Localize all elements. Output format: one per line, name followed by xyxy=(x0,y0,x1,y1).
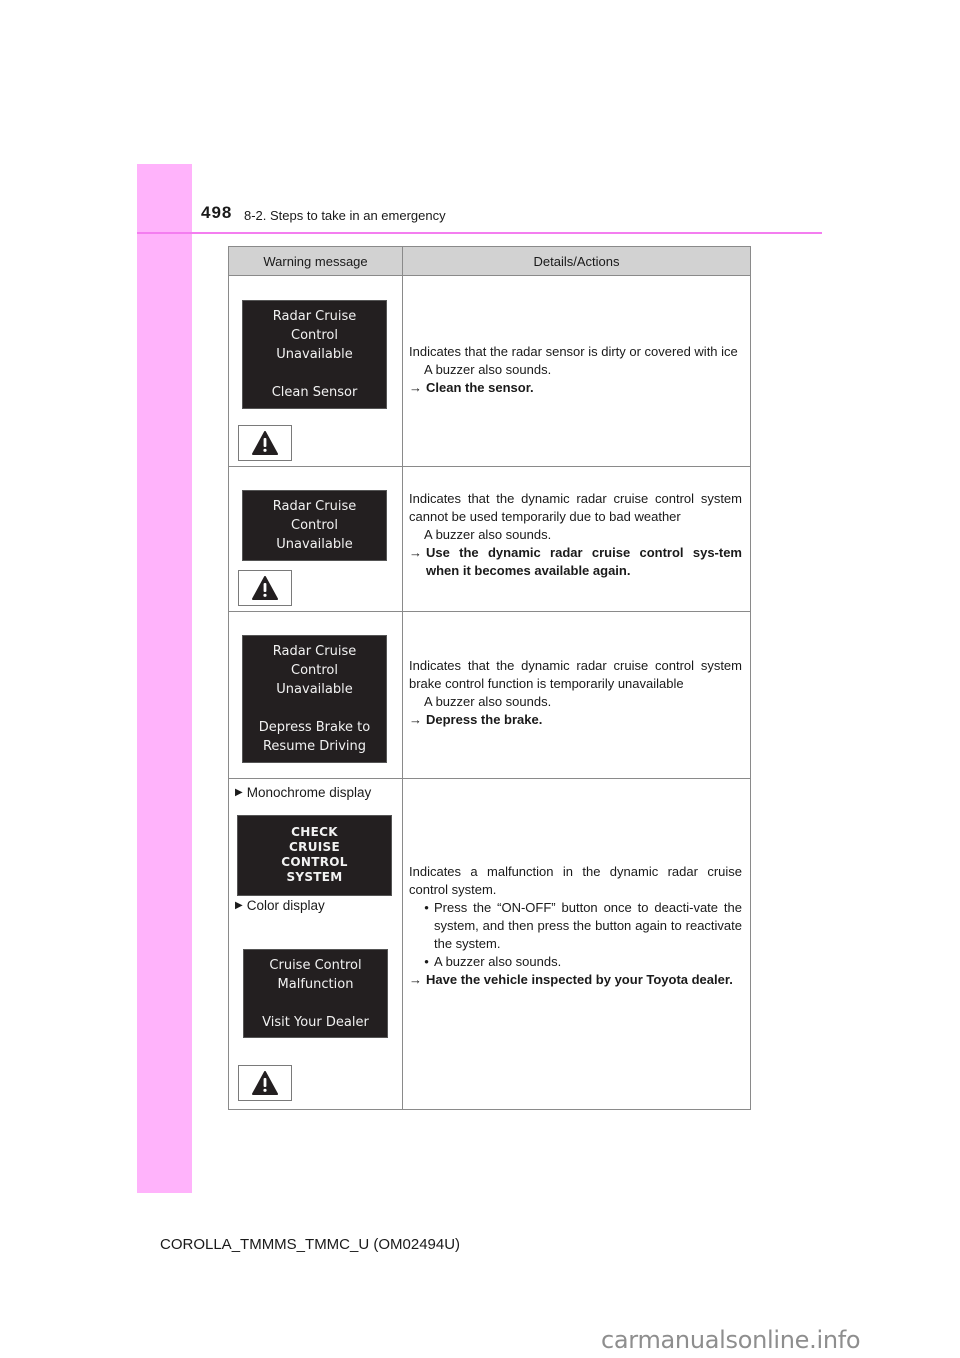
details-cell: Indicates that the dynamic radar cruise … xyxy=(402,611,751,779)
details-cell: Indicates that the radar sensor is dirty… xyxy=(402,275,751,467)
table-row: Radar Cruise Control Unavailable Indicat… xyxy=(228,466,751,612)
bullet-text: A buzzer also sounds. xyxy=(434,954,562,969)
display-line-gap xyxy=(243,364,386,383)
warning-icon-box xyxy=(238,425,292,461)
warning-message-cell: Radar Cruise Control Unavailable Clean S… xyxy=(228,275,403,467)
bullet-item: • A buzzer also sounds. xyxy=(409,953,742,971)
buzzer-note: A buzzer also sounds. xyxy=(424,527,552,542)
description-text: Indicates that the dynamic radar cruise … xyxy=(409,658,742,691)
display-line: Control xyxy=(291,663,338,678)
table-row: Radar Cruise Control Unavailable Depress… xyxy=(228,611,751,779)
display-message-clean-sensor: Radar Cruise Control Unavailable Clean S… xyxy=(242,300,387,409)
header-rule xyxy=(137,232,822,234)
action-text: → Use the dynamic radar cruise control sy… xyxy=(409,544,742,580)
document-id-footer: COROLLA_TMMMS_TMMC_U (OM02494U) xyxy=(160,1236,461,1253)
warning-message-cell: Radar Cruise Control Unavailable Depress… xyxy=(228,611,403,779)
warning-message-cell: ▶ Monochrome display CHECK CRUISE CONTRO… xyxy=(228,778,403,1110)
display-line: Radar Cruise xyxy=(272,499,357,514)
warning-triangle-icon xyxy=(252,576,278,600)
action-label: Have the vehicle inspected by your Toyot… xyxy=(426,972,733,987)
display-line: CRUISE xyxy=(289,840,340,854)
label-text: Color display xyxy=(246,898,325,913)
bullet-dot: • xyxy=(424,954,429,969)
arrow-icon: → xyxy=(409,380,422,395)
color-display-label: ▶ Color display xyxy=(235,898,325,913)
label-text: Monochrome display xyxy=(246,785,372,800)
triangle-bullet-icon: ▶ xyxy=(235,900,243,911)
column-header-warning-message: Warning message xyxy=(228,246,403,276)
section-title: 8-2. Steps to take in an emergency xyxy=(244,208,446,223)
warning-message-table: Warning message Details/Actions Radar Cr… xyxy=(228,246,751,1110)
chapter-sidebar-tab xyxy=(137,164,192,1193)
description-text: Indicates a malfunction in the dynamic r… xyxy=(409,864,742,897)
table-row: Radar Cruise Control Unavailable Clean S… xyxy=(228,275,751,467)
table-row: ▶ Monochrome display CHECK CRUISE CONTRO… xyxy=(228,778,751,1110)
display-line-gap xyxy=(243,699,386,718)
display-message-unavailable: Radar Cruise Control Unavailable xyxy=(242,490,387,561)
action-text: → Clean the sensor. xyxy=(409,379,742,397)
display-line: Unavailable xyxy=(276,347,353,362)
page-number: 498 xyxy=(201,203,233,222)
display-line: Unavailable xyxy=(276,537,353,552)
description-text: Indicates that the radar sensor is dirty… xyxy=(409,344,738,359)
display-message-cruise-control-malfunction: Cruise Control Malfunction Visit Your De… xyxy=(243,949,388,1038)
display-line: Depress Brake to xyxy=(258,720,371,735)
display-line: CHECK xyxy=(291,825,338,839)
action-text: → Have the vehicle inspected by your Toyo… xyxy=(409,971,742,989)
bullet-dot: • xyxy=(424,900,429,915)
display-line: Cruise Control xyxy=(269,958,362,973)
bullet-text: Press the “ON-OFF” button once to deacti… xyxy=(434,900,742,951)
arrow-icon: → xyxy=(409,712,422,727)
warning-icon-box xyxy=(238,570,292,606)
triangle-bullet-icon: ▶ xyxy=(235,787,243,798)
description-text: Indicates that the dynamic radar cruise … xyxy=(409,491,742,524)
action-label: Clean the sensor. xyxy=(426,380,534,395)
display-line: Unavailable xyxy=(276,682,353,697)
display-line: Visit Your Dealer xyxy=(262,1015,369,1030)
display-line: Malfunction xyxy=(277,977,354,992)
arrow-icon: → xyxy=(409,545,422,560)
display-line: Clean Sensor xyxy=(271,385,358,400)
monochrome-display-label: ▶ Monochrome display xyxy=(235,785,371,800)
action-text: → Depress the brake. xyxy=(409,711,742,729)
watermark-link[interactable]: carmanualsonline.info xyxy=(601,1326,861,1354)
warning-icon-box xyxy=(238,1065,292,1101)
display-line: CONTROL xyxy=(281,855,348,869)
display-message-check-cruise-control: CHECK CRUISE CONTROL SYSTEM xyxy=(237,815,392,896)
details-cell: Indicates a malfunction in the dynamic r… xyxy=(402,778,751,1110)
display-line: Control xyxy=(291,518,338,533)
display-line: Resume Driving xyxy=(262,739,367,754)
warning-message-cell: Radar Cruise Control Unavailable xyxy=(228,466,403,612)
arrow-icon: → xyxy=(409,972,422,987)
display-line: SYSTEM xyxy=(286,870,343,884)
display-line: Control xyxy=(291,328,338,343)
column-header-details-actions: Details/Actions xyxy=(402,246,751,276)
buzzer-note: A buzzer also sounds. xyxy=(424,362,552,377)
table-header-row: Warning message Details/Actions xyxy=(228,246,751,276)
display-line: Radar Cruise xyxy=(272,644,357,659)
warning-triangle-icon xyxy=(252,1071,278,1095)
buzzer-note: A buzzer also sounds. xyxy=(424,694,552,709)
display-line-gap xyxy=(244,994,387,1013)
action-label: Use the dynamic radar cruise control sys… xyxy=(426,545,742,578)
display-message-depress-brake: Radar Cruise Control Unavailable Depress… xyxy=(242,635,387,763)
warning-triangle-icon xyxy=(252,431,278,455)
details-cell: Indicates that the dynamic radar cruise … xyxy=(402,466,751,612)
bullet-item: • Press the “ON-OFF” button once to deact… xyxy=(409,899,742,953)
display-line: Radar Cruise xyxy=(272,309,357,324)
action-label: Depress the brake. xyxy=(426,712,543,727)
